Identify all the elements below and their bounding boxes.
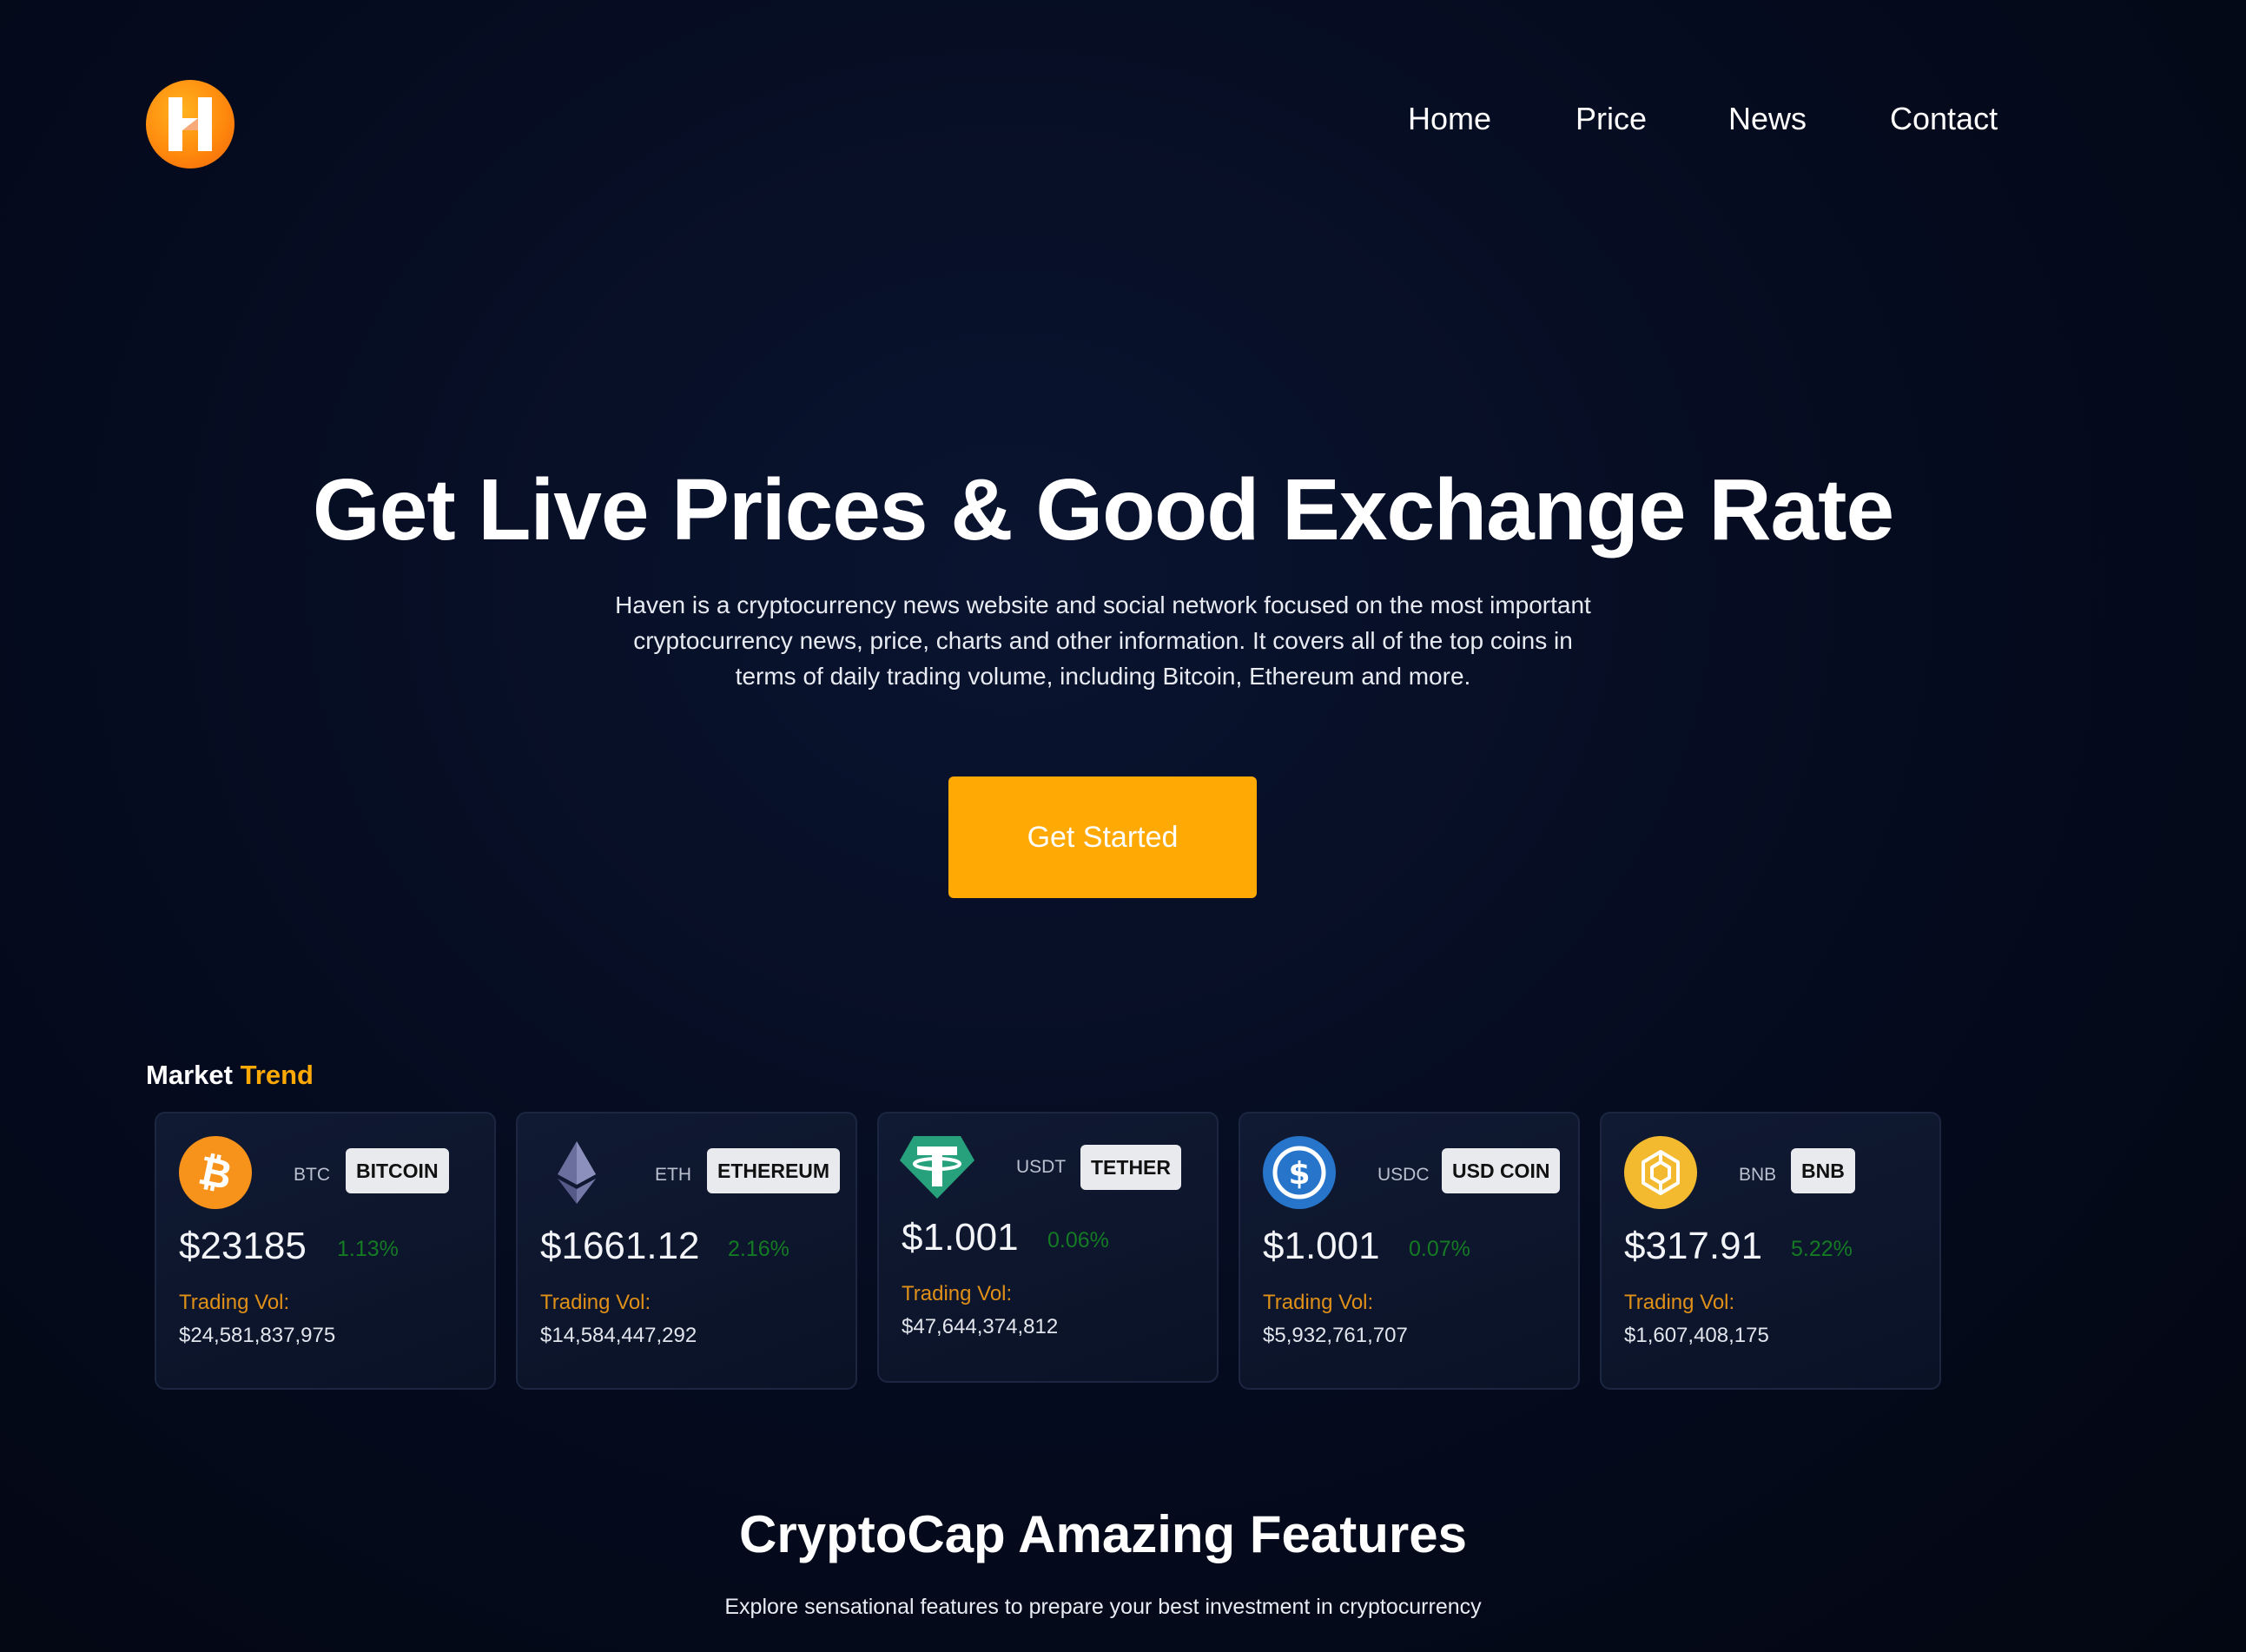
coin-change: 0.07% bbox=[1409, 1237, 1470, 1261]
coin-symbol: BTC bbox=[294, 1165, 330, 1185]
svg-text:$: $ bbox=[1288, 1156, 1310, 1192]
features-subtitle: Explore sensational features to prepare … bbox=[724, 1595, 1482, 1619]
coin-price: $1661.12 bbox=[540, 1225, 700, 1267]
coin-price: $1.001 bbox=[902, 1216, 1019, 1259]
coin-price: $317.91 bbox=[1624, 1225, 1763, 1267]
nav-news-link[interactable]: News bbox=[1728, 101, 1807, 137]
nav-contact-link[interactable]: Contact bbox=[1890, 101, 1998, 137]
coin-name-badge: USD COIN bbox=[1442, 1148, 1561, 1193]
coin-card-bnb[interactable]: BNB BNB $317.91 5.22% Trading Vol: $1,60… bbox=[1600, 1112, 1941, 1390]
trading-vol-label: Trading Vol: bbox=[1624, 1291, 1735, 1314]
features-heading: CryptoCap Amazing Features bbox=[739, 1505, 1467, 1563]
coin-change: 2.16% bbox=[728, 1237, 789, 1261]
trading-vol-label: Trading Vol: bbox=[540, 1291, 651, 1314]
nav-home-link[interactable]: Home bbox=[1408, 101, 1491, 137]
coin-card-bitcoin[interactable]: ₿ BTC BITCOIN $23185 1.13% Trading Vol: … bbox=[155, 1112, 496, 1390]
market-title-accent: Trend bbox=[240, 1060, 314, 1090]
coin-card-tether[interactable]: USDT TETHER $1.001 0.06% Trading Vol: $4… bbox=[877, 1112, 1219, 1383]
coin-change: 1.13% bbox=[337, 1237, 399, 1261]
nav-price-link[interactable]: Price bbox=[1576, 101, 1647, 137]
coin-card-usd-coin[interactable]: $ USDC USD COIN $1.001 0.07% Trading Vol… bbox=[1239, 1112, 1580, 1390]
main-nav: Home Price News Contact bbox=[0, 101, 2246, 144]
bnb-icon bbox=[1624, 1136, 1697, 1209]
coin-change: 0.06% bbox=[1047, 1228, 1109, 1252]
coin-name-badge: ETHEREUM bbox=[707, 1148, 841, 1193]
coin-name-badge: BNB bbox=[1791, 1148, 1855, 1193]
get-started-button[interactable]: Get Started bbox=[948, 776, 1257, 898]
trading-vol-label: Trading Vol: bbox=[179, 1291, 290, 1314]
coin-card-ethereum[interactable]: ETH ETHEREUM $1661.12 2.16% Trading Vol:… bbox=[516, 1112, 857, 1390]
trading-vol-value: $1,607,408,175 bbox=[1624, 1324, 1769, 1347]
usd-coin-icon: $ bbox=[1263, 1136, 1336, 1209]
coin-symbol: BNB bbox=[1739, 1165, 1777, 1185]
tether-icon bbox=[900, 1136, 974, 1199]
trading-vol-label: Trading Vol: bbox=[1263, 1291, 1374, 1314]
coin-price: $1.001 bbox=[1263, 1225, 1380, 1267]
coin-change: 5.22% bbox=[1791, 1237, 1853, 1261]
coin-symbol: ETH bbox=[655, 1165, 691, 1185]
trading-vol-value: $47,644,374,812 bbox=[902, 1315, 1059, 1338]
market-trend-heading: Market Trend bbox=[146, 1060, 314, 1091]
ethereum-icon bbox=[558, 1141, 596, 1204]
hero-description: Haven is a cryptocurrency news website a… bbox=[615, 591, 1591, 690]
trading-vol-value: $5,932,761,707 bbox=[1263, 1324, 1408, 1347]
market-title-main: Market bbox=[146, 1060, 233, 1090]
coin-symbol: USDC bbox=[1377, 1165, 1430, 1185]
coin-symbol: USDT bbox=[1016, 1157, 1067, 1177]
coin-name-badge: BITCOIN bbox=[346, 1148, 449, 1193]
bitcoin-icon: ₿ bbox=[179, 1136, 252, 1209]
trading-vol-label: Trading Vol: bbox=[902, 1282, 1013, 1305]
coin-name-badge: TETHER bbox=[1080, 1145, 1181, 1190]
hero-title: Get Live Prices & Good Exchange Rate bbox=[312, 461, 1894, 558]
trading-vol-value: $24,581,837,975 bbox=[179, 1324, 336, 1347]
coin-price: $23185 bbox=[179, 1225, 307, 1267]
trading-vol-value: $14,584,447,292 bbox=[540, 1324, 697, 1347]
